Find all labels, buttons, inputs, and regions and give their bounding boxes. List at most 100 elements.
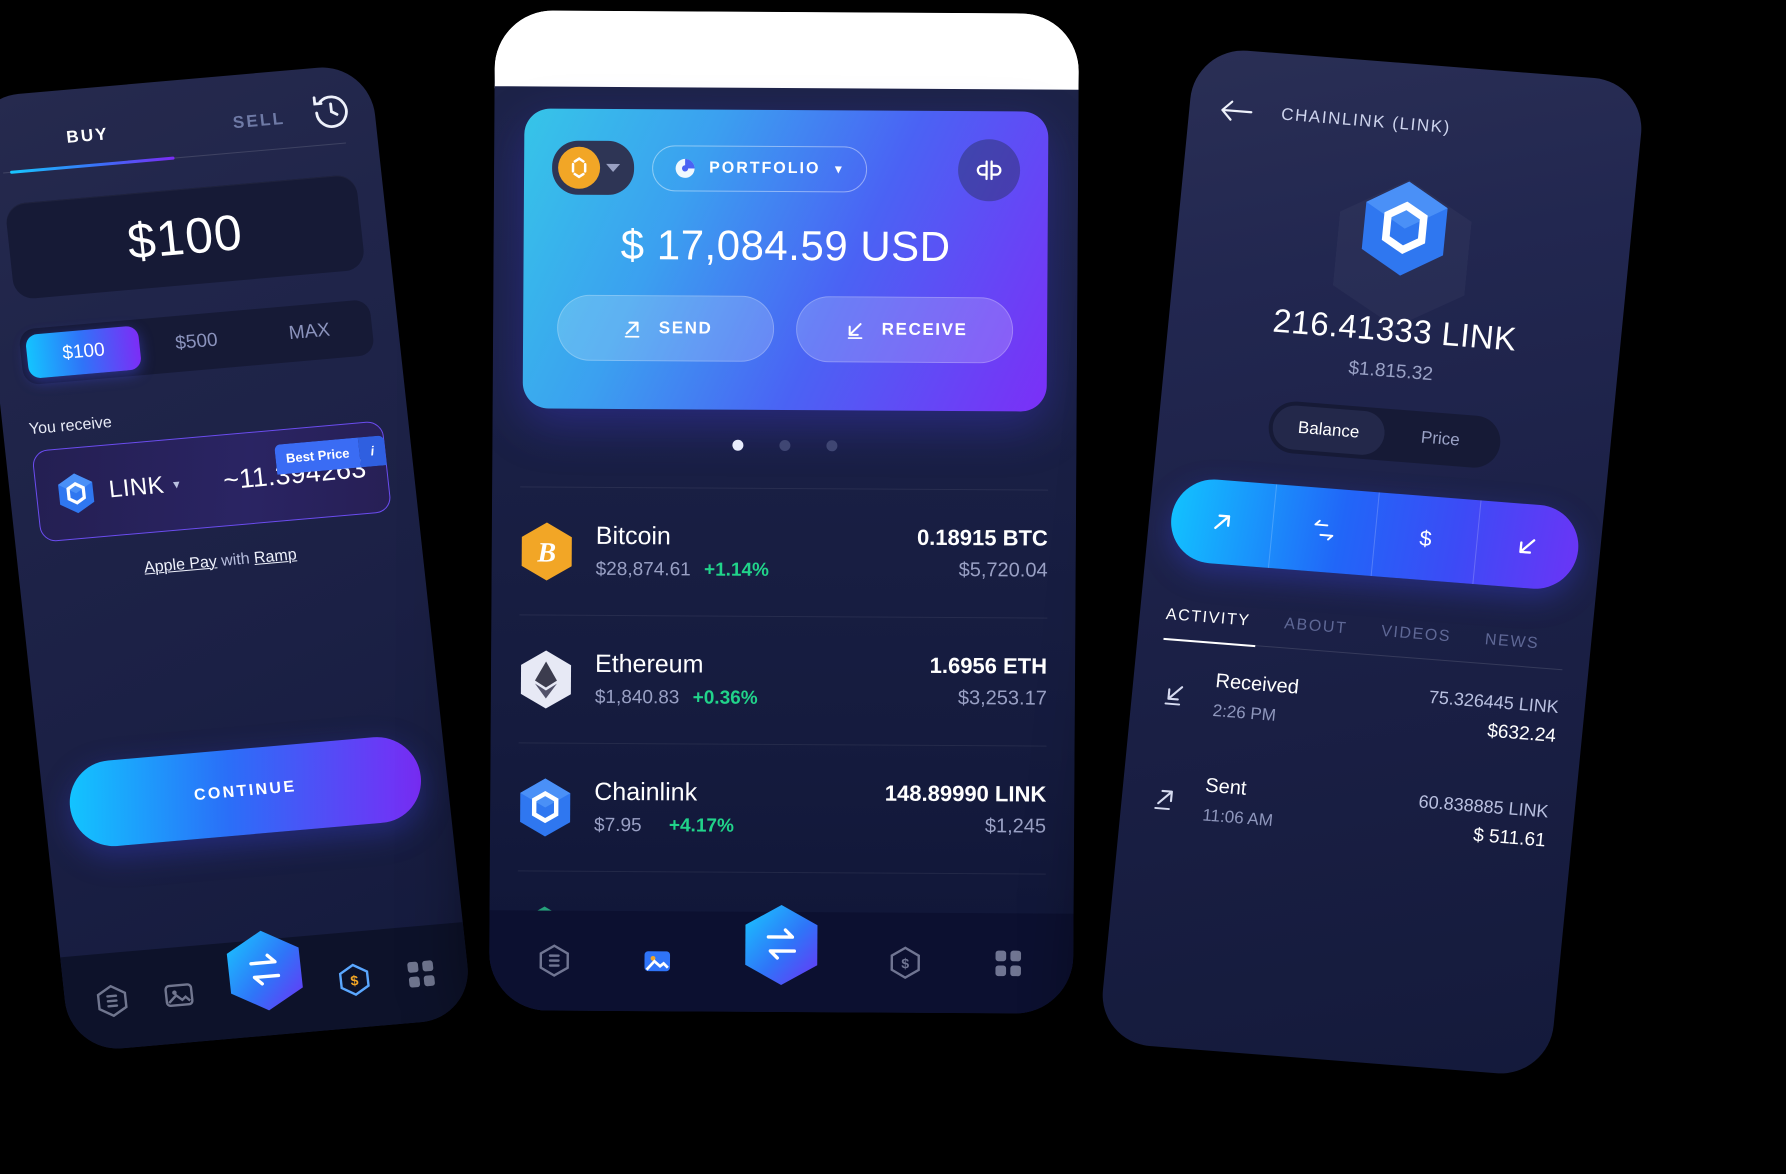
apps-grid-icon[interactable]: [402, 956, 440, 993]
phone2-bottom-nav: $: [488, 904, 1074, 1014]
table-row[interactable]: Chainlink $7.95 +4.17% 148.89990 LINK $1…: [517, 742, 1047, 874]
wallet-hex-icon[interactable]: [94, 983, 132, 1020]
dollar-hex-icon[interactable]: $: [889, 946, 923, 980]
chevron-down-icon[interactable]: ▼: [832, 162, 846, 176]
phone1-screen: BUY SELL $100 $100 $500 MAX You receive: [0, 63, 474, 1053]
swap-arrows-icon: [1314, 519, 1334, 541]
nft-card-icon[interactable]: [640, 944, 674, 978]
phone2-body: PORTFOLIO ▼ $ 17,084.59 USD SEND RECEIVE…: [488, 86, 1079, 1014]
swap-arrows-icon: [745, 904, 818, 985]
activity-usd: $ 511.61: [1472, 824, 1547, 852]
arrow-down-left-icon: [847, 323, 863, 340]
coin-name: Chainlink: [594, 777, 698, 807]
activity-type: Sent: [1204, 774, 1248, 800]
chainlink-icon: [1361, 181, 1448, 276]
quick-amount-max[interactable]: MAX: [251, 306, 369, 360]
receive-action-button[interactable]: [1473, 500, 1582, 592]
coin-value-usd: $3,253.17: [957, 687, 1047, 710]
coin-name: Ethereum: [594, 649, 704, 679]
portfolio-balance: $ 17,084.59 USD: [620, 220, 951, 271]
swap-arrows-icon: [226, 930, 303, 1011]
activity-type: Received: [1214, 670, 1300, 699]
phone2-screen: PORTFOLIO ▼ $ 17,084.59 USD SEND RECEIVE…: [488, 10, 1080, 1014]
receive-symbol: LINK: [107, 471, 166, 504]
balance-price-toggle[interactable]: Balance Price: [1266, 399, 1503, 470]
table-row[interactable]: Ethereum $1,840.83 +0.36% 1.6956 ETH $3,…: [518, 614, 1048, 746]
table-row[interactable]: B Bitcoin $28,874.61 +1.14% 0.18915 BTC …: [519, 486, 1049, 618]
phone-portfolio-screen: PORTFOLIO ▼ $ 17,084.59 USD SEND RECEIVE…: [488, 10, 1080, 1014]
bitcoin-icon: B: [521, 522, 572, 581]
tab-news[interactable]: NEWS: [1484, 631, 1540, 653]
nav-swap-button[interactable]: [742, 903, 821, 987]
coin-holdings: 0.18915 BTC $5,720.04: [917, 525, 1048, 583]
receive-label: RECEIVE: [881, 319, 968, 340]
swap-action-button[interactable]: [1269, 484, 1380, 576]
segment-balance[interactable]: Balance: [1270, 403, 1387, 457]
ethereum-icon: [520, 650, 572, 709]
history-icon[interactable]: [308, 89, 355, 139]
carousel-dots[interactable]: [492, 438, 1076, 453]
nav-swap-button[interactable]: [221, 925, 308, 1015]
receive-button[interactable]: RECEIVE: [795, 296, 1014, 364]
wallet-coin-icon: [557, 146, 601, 189]
portfolio-hero-card: PORTFOLIO ▼ $ 17,084.59 USD SEND RECEIVE: [522, 108, 1049, 412]
coin-price: $7.95: [594, 814, 642, 837]
dollar-icon: $: [1418, 525, 1432, 551]
arrow-down-left-icon: [1164, 685, 1184, 705]
coin-name: Bitcoin: [595, 521, 671, 551]
ramp-link[interactable]: Ramp: [253, 546, 297, 567]
buy-sell-tabs[interactable]: BUY SELL: [0, 93, 352, 171]
amount-value: $100: [124, 204, 246, 270]
carousel-dot-3[interactable]: [825, 440, 837, 452]
activity-amount: 75.326445 LINK: [1428, 686, 1560, 718]
svg-text:B: B: [536, 537, 556, 568]
coin-quantity: 1.6956 ETH: [929, 652, 1048, 679]
arrow-left-icon[interactable]: [1218, 97, 1254, 126]
portfolio-dropdown[interactable]: PORTFOLIO ▼: [651, 145, 868, 193]
carousel-dot-2[interactable]: [778, 439, 790, 452]
tab-about[interactable]: ABOUT: [1283, 615, 1349, 638]
arrow-up-right-icon: [1213, 514, 1230, 530]
info-icon[interactable]: i: [357, 435, 387, 468]
svg-text:$: $: [902, 956, 910, 972]
nft-card-icon[interactable]: [160, 977, 198, 1014]
coin-value-usd: $1,245: [984, 815, 1047, 838]
quick-amount-row: $100 $500 MAX: [18, 299, 375, 386]
segment-price[interactable]: Price: [1382, 413, 1498, 466]
quick-amount-500[interactable]: $500: [138, 315, 256, 369]
phone-asset-detail-screen: CHAINLINK (LINK) 216.41333 LINK $1.815.3…: [1097, 46, 1647, 1078]
wallet-hex-icon[interactable]: [537, 944, 571, 978]
quick-amount-100[interactable]: $100: [24, 325, 143, 379]
tab-activity[interactable]: ACTIVITY: [1165, 606, 1251, 631]
page-title: CHAINLINK (LINK): [1280, 104, 1452, 137]
chevron-down-icon[interactable]: [606, 163, 621, 172]
tab-videos[interactable]: VIDEOS: [1380, 623, 1452, 646]
coin-price: $1,840.83: [594, 686, 680, 709]
hero-actions: SEND RECEIVE: [523, 268, 1048, 364]
arrow-down-left-icon: [1519, 539, 1536, 554]
connect-link-icon: [976, 160, 1002, 181]
svg-text:$: $: [350, 973, 360, 990]
apps-grid-icon[interactable]: [991, 946, 1025, 980]
amount-input[interactable]: $100: [4, 173, 366, 300]
wallet-selector[interactable]: [551, 140, 635, 196]
coin-quantity: 148.89990 LINK: [884, 780, 1047, 807]
showcase-stage: BUY SELL $100 $100 $500 MAX You receive: [0, 0, 1786, 1174]
chevron-down-icon[interactable]: ▾: [172, 476, 180, 492]
carousel-dot-1[interactable]: [731, 439, 743, 451]
coin-value-usd: $5,720.04: [958, 559, 1048, 582]
coin-change: +0.36%: [692, 687, 758, 709]
dollar-hex-icon[interactable]: $: [336, 961, 374, 998]
phone3-screen: CHAINLINK (LINK) 216.41333 LINK $1.815.3…: [1098, 47, 1646, 1078]
chainlink-icon: [520, 778, 571, 837]
send-action-button[interactable]: [1167, 476, 1278, 568]
send-label: SEND: [658, 318, 713, 338]
apple-pay-link[interactable]: Apple Pay: [143, 553, 218, 576]
coin-price-row: $7.95 +4.17%: [594, 815, 734, 838]
connect-link-button[interactable]: [957, 139, 1021, 202]
coin-holdings: 148.89990 LINK $1,245: [885, 781, 1047, 839]
send-button[interactable]: SEND: [556, 294, 775, 362]
buy-action-button[interactable]: $: [1371, 492, 1482, 584]
arrow-up-right-icon: [624, 321, 640, 338]
activity-amount: 60.838885 LINK: [1417, 791, 1550, 822]
